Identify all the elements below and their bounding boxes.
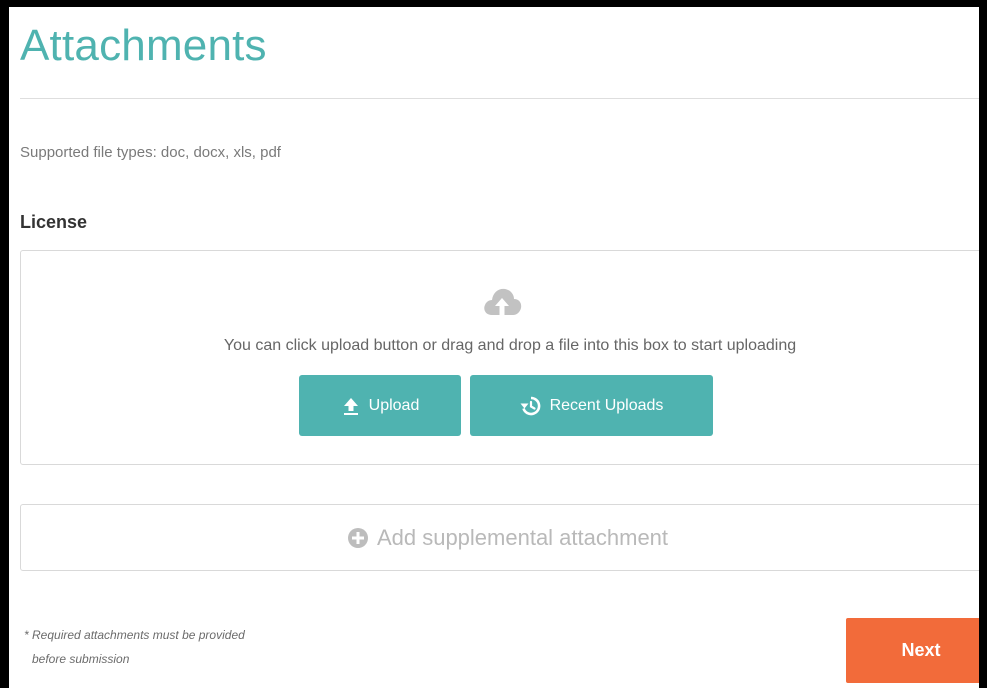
page-title: Attachments [20,21,267,70]
dropzone-hint: You can click upload button or drag and … [223,337,797,354]
license-label: License [20,212,88,232]
add-supplemental-attachment-button[interactable]: Add supplemental attachment [20,504,979,571]
upload-button[interactable]: Upload [299,375,461,436]
title-divider [20,98,979,99]
note-line-2: before submission [32,652,130,666]
plus-circle-icon [347,527,368,548]
required-attachments-note: * Required attachments must be provided … [24,623,245,671]
cloud-upload-icon [484,288,522,315]
upload-button-label: Upload [368,396,420,414]
upload-arrow-icon [343,397,358,415]
next-button[interactable]: Next [846,618,979,683]
note-line-1: * Required attachments must be provided [24,628,245,642]
add-supplemental-label: Add supplemental attachment [376,524,669,550]
attachments-page: Attachments Supported file types: doc, d… [9,7,979,688]
history-icon [520,396,540,415]
recent-uploads-button[interactable]: Recent Uploads [470,375,713,436]
supported-file-types: Supported file types: doc, docx, xls, pd… [20,144,281,161]
recent-uploads-label: Recent Uploads [549,396,664,414]
